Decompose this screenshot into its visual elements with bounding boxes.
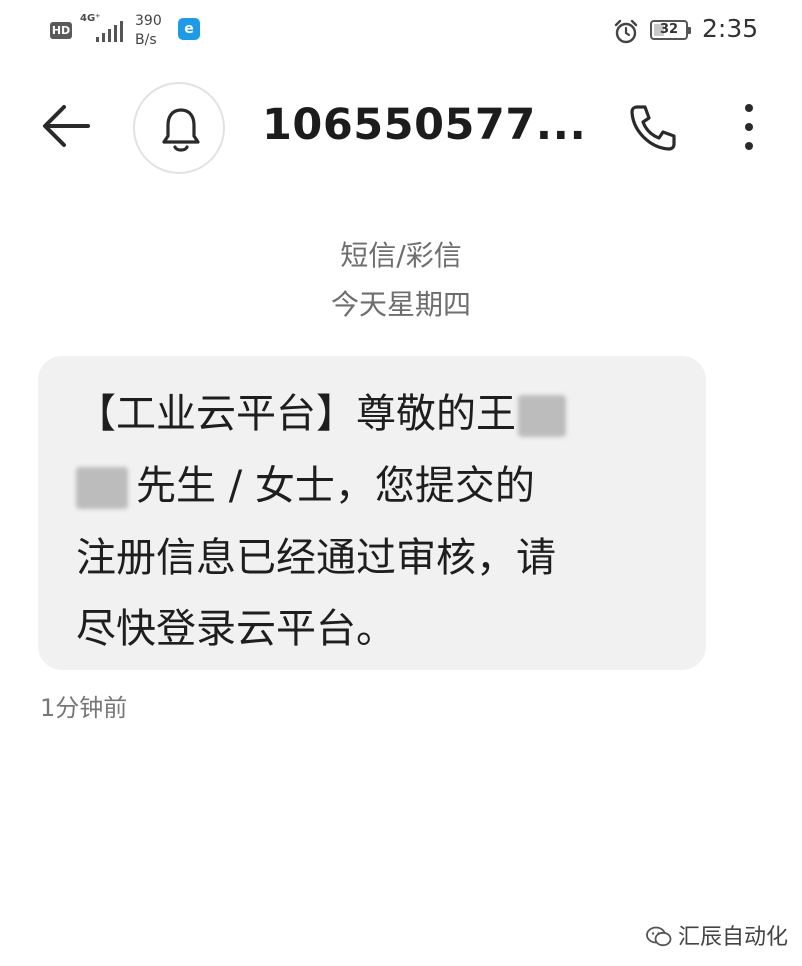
phone-icon[interactable] bbox=[628, 103, 678, 153]
network-speed: 390 B/s bbox=[135, 12, 162, 50]
message-line: 先生 / 女士，您提交的 bbox=[76, 459, 535, 513]
message-line: 尽快登录云平台。 bbox=[76, 606, 396, 652]
message-text: 【工业云平台】尊敬的王 bbox=[76, 391, 516, 437]
status-bar: HD 4G⁺ 390 B/s e 32 2:35 bbox=[0, 0, 802, 62]
alarm-icon bbox=[614, 19, 638, 44]
message-text: 先生 / 女士，您提交的 bbox=[136, 463, 535, 509]
redacted-name-part bbox=[76, 467, 128, 509]
message-timestamp: 1分钟前 bbox=[40, 694, 128, 722]
message-line: 注册信息已经通过审核，请 bbox=[76, 535, 556, 581]
message-category-label: 短信/彩信 bbox=[340, 239, 462, 272]
app-notification-icon: e bbox=[178, 18, 200, 40]
contact-name: 106550577... bbox=[262, 100, 587, 150]
watermark-text: 汇辰自动化 bbox=[678, 925, 789, 950]
battery-level: 32 bbox=[659, 22, 679, 37]
battery-icon: 32 bbox=[650, 20, 691, 40]
network-speed-unit: B/s bbox=[135, 32, 157, 48]
more-vertical-icon[interactable] bbox=[737, 102, 761, 152]
bell-icon bbox=[162, 108, 200, 152]
date-separator: 今天星期四 bbox=[330, 288, 471, 321]
message-line: 【工业云平台】尊敬的王 bbox=[76, 387, 566, 441]
wechat-icon bbox=[646, 926, 672, 947]
back-arrow-icon[interactable] bbox=[40, 103, 92, 149]
signal-icon: 4G⁺ bbox=[80, 10, 128, 46]
watermark: 汇辰自动化 bbox=[646, 919, 788, 951]
hd-badge: HD bbox=[50, 22, 72, 39]
status-time: 2:35 bbox=[702, 14, 759, 43]
redacted-name-part bbox=[518, 395, 566, 437]
contact-avatar[interactable] bbox=[133, 82, 225, 174]
network-speed-value: 390 bbox=[135, 13, 162, 29]
